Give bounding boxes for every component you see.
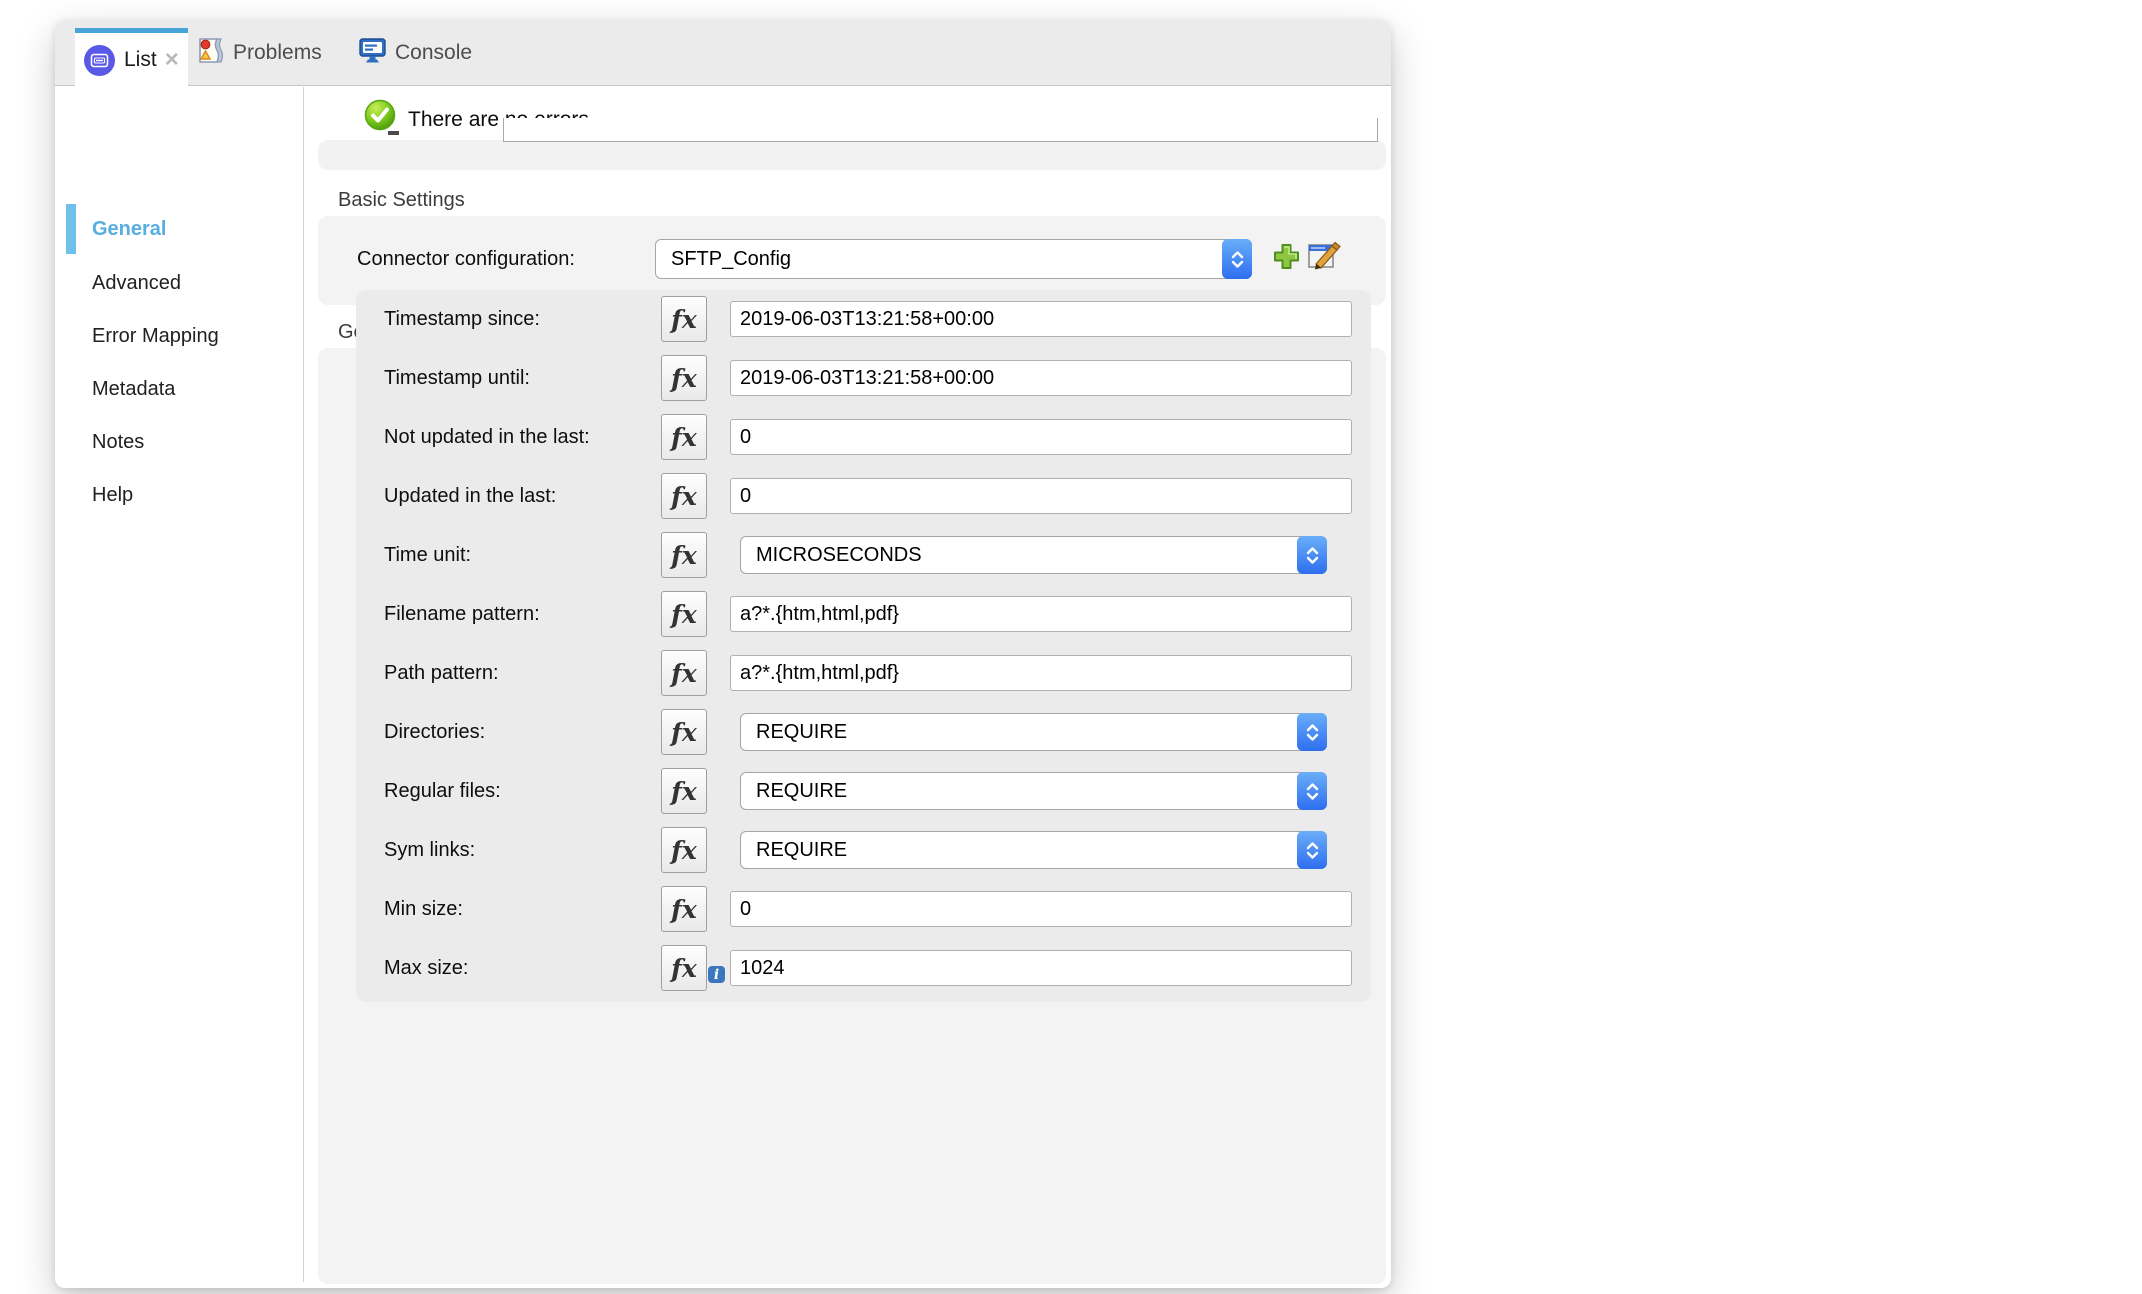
updated-input[interactable]: 0 (730, 478, 1352, 514)
timestamp-until-fx-button[interactable]: fx (661, 355, 707, 401)
properties-window: Problems Console List × General Advanced… (55, 20, 1391, 1288)
tab-list-label: List (124, 48, 157, 71)
spinner-icon (1297, 772, 1327, 810)
console-icon (358, 36, 387, 70)
spinner-icon (1297, 713, 1327, 751)
updated-label: Updated in the last: (384, 485, 557, 507)
sym-links-label: Sym links: (384, 839, 476, 861)
tab-list[interactable]: List × (75, 28, 188, 87)
max-size-label: Max size: (384, 957, 469, 979)
connector-configuration-select[interactable]: SFTP_Config (655, 239, 1252, 279)
sym-links-value: REQUIRE (756, 838, 848, 861)
sftp-list-icon (84, 44, 115, 76)
min-size-label: Min size: (384, 898, 463, 920)
directories-value: REQUIRE (756, 720, 848, 743)
edit-config-button[interactable] (1306, 238, 1343, 277)
directories-label: Directories: (384, 721, 486, 743)
regular-files-select[interactable]: REQUIRE (740, 772, 1327, 810)
add-config-button[interactable] (1272, 242, 1301, 276)
timestamp-until-label: Timestamp until: (384, 367, 530, 389)
regular-files-value: REQUIRE (756, 779, 848, 802)
tab-bar: Problems Console List × (55, 20, 1391, 87)
timestamp-since-fx-button[interactable]: fx (661, 296, 707, 342)
max-size-input[interactable]: 1024 (730, 950, 1352, 986)
info-icon: i (708, 966, 725, 983)
close-icon[interactable]: × (165, 48, 179, 72)
not-updated-label: Not updated in the last: (384, 426, 590, 448)
cropped-panel-edge (318, 140, 1386, 170)
main-content: There are no errors. Basic Settings Conn… (304, 87, 1391, 1288)
tab-problems[interactable]: Problems (196, 20, 322, 86)
spinner-icon (1222, 239, 1252, 279)
directories-fx-button[interactable]: fx (661, 709, 707, 755)
connector-configuration-label: Connector configuration: (357, 248, 575, 270)
regular-files-label: Regular files: (384, 780, 501, 802)
min-size-fx-button[interactable]: fx (661, 886, 707, 932)
sym-links-fx-button[interactable]: fx (661, 827, 707, 873)
filename-pattern-fx-button[interactable]: fx (661, 591, 707, 637)
sidebar-item-general[interactable]: General (92, 218, 166, 241)
spinner-icon (1297, 831, 1327, 869)
sidebar-item-metadata[interactable]: Metadata (92, 378, 175, 401)
path-pattern-input[interactable]: a?*.{htm,html,pdf} (730, 655, 1352, 691)
timestamp-since-input[interactable]: 2019-06-03T13:21:58+00:00 (730, 301, 1352, 337)
min-size-input[interactable]: 0 (730, 891, 1352, 927)
spinner-icon (1297, 536, 1327, 574)
problems-icon (196, 36, 225, 70)
path-pattern-label: Path pattern: (384, 662, 499, 684)
tab-console-label: Console (395, 41, 473, 64)
filename-pattern-label: Filename pattern: (384, 603, 540, 625)
not-updated-fx-button[interactable]: fx (661, 414, 707, 460)
settings-sidebar: General Advanced Error Mapping Metadata … (55, 87, 303, 1288)
tab-console[interactable]: Console (358, 20, 472, 86)
sidebar-item-error-mapping[interactable]: Error Mapping (92, 325, 219, 348)
sidebar-item-advanced[interactable]: Advanced (92, 272, 181, 295)
time-unit-select[interactable]: MICROSECONDS (740, 536, 1327, 574)
timestamp-until-input[interactable]: 2019-06-03T13:21:58+00:00 (730, 360, 1352, 396)
updated-fx-button[interactable]: fx (661, 473, 707, 519)
time-unit-fx-button[interactable]: fx (661, 532, 707, 578)
filename-pattern-input[interactable]: a?*.{htm,html,pdf} (730, 596, 1352, 632)
active-item-accent-bar (66, 204, 76, 254)
time-unit-value: MICROSECONDS (756, 543, 922, 566)
cropped-text-field[interactable] (503, 118, 1378, 142)
section-title-basic-settings: Basic Settings (338, 189, 465, 211)
directories-select[interactable]: REQUIRE (740, 713, 1327, 751)
tab-problems-label: Problems (233, 41, 322, 64)
regular-files-fx-button[interactable]: fx (661, 768, 707, 814)
sidebar-item-notes[interactable]: Notes (92, 431, 144, 454)
path-pattern-fx-button[interactable]: fx (661, 650, 707, 696)
max-size-fx-button[interactable]: fx (661, 945, 707, 991)
not-updated-input[interactable]: 0 (730, 419, 1352, 455)
time-unit-label: Time unit: (384, 544, 472, 566)
timestamp-since-label: Timestamp since: (384, 308, 540, 330)
file-matching-rules-panel: Timestamp since: fx 2019-06-03T13:21:58+… (356, 290, 1371, 1002)
cropped-label-fragment (388, 131, 399, 135)
sidebar-item-help[interactable]: Help (92, 484, 133, 507)
connector-configuration-value: SFTP_Config (671, 247, 792, 270)
sym-links-select[interactable]: REQUIRE (740, 831, 1327, 869)
